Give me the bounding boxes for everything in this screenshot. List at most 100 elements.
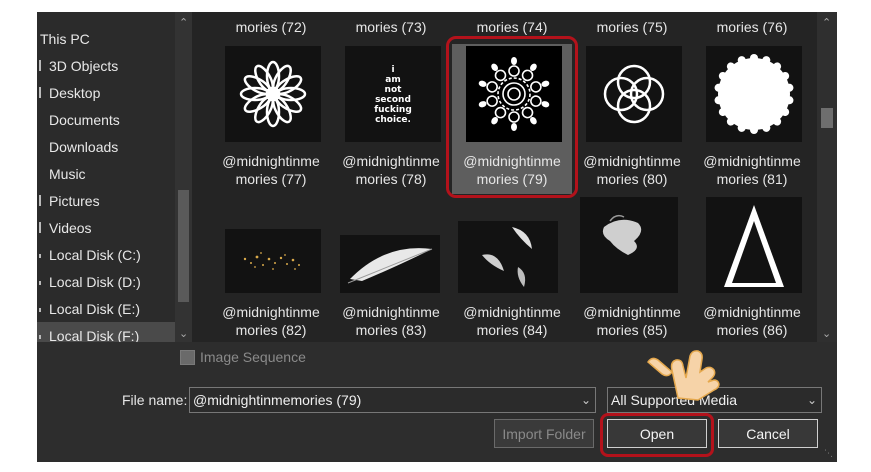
file-item-selected[interactable]: @midnightinme mories (79)	[452, 44, 572, 194]
sidebar-item-label: Local Disk (D:)	[49, 273, 141, 290]
image-sequence-checkbox[interactable]	[180, 349, 195, 365]
mandala-lace-icon	[466, 46, 562, 142]
resize-grip-icon[interactable]: ⋱	[824, 448, 833, 459]
file-item[interactable]: @midnightinme mories (84)	[452, 195, 572, 342]
file-name-line: @midnightinme	[703, 153, 801, 169]
drive-icon	[39, 335, 41, 339]
sidebar-item-this-pc[interactable]: This PC	[37, 25, 175, 52]
typography-text-icon: i am not second fucking choice.	[345, 46, 441, 142]
folder-icon	[39, 222, 41, 233]
file-name-line: mories (84)	[476, 322, 548, 338]
folder-icon	[39, 195, 41, 206]
sidebar-item-label: Music	[49, 165, 86, 182]
sidebar-item-pictures[interactable]: Pictures	[37, 187, 175, 214]
thumb-text: second	[375, 95, 411, 105]
thumb-text: fucking	[374, 105, 412, 115]
sidebar-scroll-thumb[interactable]	[178, 190, 189, 302]
file-name-line: mories (82)	[235, 322, 307, 338]
thumb-text: am	[385, 75, 400, 85]
sidebar-item-label: Documents	[49, 111, 120, 128]
file-name-line: mories (80)	[596, 171, 668, 187]
drive-icon	[39, 254, 41, 258]
file-name-line: @midnightinme	[342, 153, 440, 169]
file-caption[interactable]: mories (75)	[572, 18, 692, 36]
folder-icon	[39, 60, 41, 71]
file-name-value: @midnightinmemories (79)	[193, 392, 362, 408]
sidebar-item-downloads[interactable]: Downloads	[37, 133, 175, 160]
sidebar-item-label: Pictures	[49, 192, 100, 209]
falling-feathers-icon	[458, 221, 558, 293]
file-item[interactable]: i am not second fucking choice. @midnigh…	[331, 44, 451, 194]
file-item[interactable]: @midnightinme mories (81)	[692, 44, 812, 194]
file-name-line: @midnightinme	[222, 304, 320, 320]
feather-icon	[340, 235, 440, 293]
drive-icon	[39, 281, 41, 285]
chevron-down-icon[interactable]: ⌄	[807, 388, 817, 412]
sidebar-item-local-disk-c[interactable]: Local Disk (C:)	[37, 241, 175, 268]
file-name-input[interactable]: @midnightinmemories (79) ⌄	[189, 387, 596, 413]
sidebar-item-local-disk-d[interactable]: Local Disk (D:)	[37, 268, 175, 295]
open-button-highlight-ring	[600, 413, 714, 457]
sidebar-item-local-disk-f[interactable]: Local Disk (F:)	[37, 322, 175, 342]
file-item[interactable]: @midnightinme mories (80)	[572, 44, 692, 194]
import-folder-button[interactable]: Import Folder	[494, 419, 594, 448]
folder-icon	[39, 87, 41, 98]
sidebar-scrollbar[interactable]: ⌃ ⌄	[175, 12, 192, 342]
chevron-up-icon[interactable]: ⌃	[822, 16, 831, 29]
file-name-line: @midnightinme	[583, 153, 681, 169]
sidebar-item-3d-objects[interactable]: 3D Objects	[37, 52, 175, 79]
chevron-down-icon[interactable]: ⌄	[822, 327, 831, 340]
file-item[interactable]: @midnightinme mories (82)	[211, 195, 331, 342]
file-name-line: mories (83)	[355, 322, 427, 338]
file-caption[interactable]: mories (72)	[211, 18, 331, 36]
file-name-line: @midnightinme	[703, 304, 801, 320]
file-item[interactable]: @midnightinme mories (77)	[211, 44, 331, 194]
thumb-text: i	[391, 65, 394, 75]
chevron-down-icon[interactable]: ⌄	[581, 388, 591, 412]
sidebar-item-label: 3D Objects	[49, 57, 119, 74]
triangle-outline-icon	[706, 197, 802, 293]
sidebar-item-music[interactable]: Music	[37, 160, 175, 187]
mandala-flower-icon	[225, 46, 321, 142]
file-item[interactable]: @midnightinme mories (86)	[692, 195, 812, 342]
drive-icon	[39, 308, 41, 312]
sidebar-item-desktop[interactable]: Desktop	[37, 79, 175, 106]
file-name-line: mories (77)	[235, 171, 307, 187]
grid-scrollbar[interactable]: ⌃ ⌄	[817, 12, 837, 342]
file-name-line: @midnightinme	[463, 153, 561, 169]
sidebar-item-label: Local Disk (C:)	[49, 246, 141, 263]
sidebar-item-label: Desktop	[49, 84, 101, 101]
file-name-line: mories (79)	[476, 171, 548, 187]
file-name-line: @midnightinme	[222, 153, 320, 169]
file-name-line: @midnightinme	[583, 304, 681, 320]
file-name-line: @midnightinme	[463, 304, 561, 320]
file-name-line: mories (78)	[355, 171, 427, 187]
sidebar-item-documents[interactable]: Documents	[37, 106, 175, 133]
sidebar-item-local-disk-e[interactable]: Local Disk (E:)	[37, 295, 175, 322]
file-name-line: mories (81)	[716, 171, 788, 187]
sidebar-item-label: Local Disk (F:)	[49, 327, 140, 343]
chevron-up-icon[interactable]: ⌃	[179, 16, 188, 29]
chevron-down-icon[interactable]: ⌄	[179, 327, 188, 340]
file-caption[interactable]: mories (74)	[452, 18, 572, 36]
file-name-line: @midnightinme	[342, 304, 440, 320]
scalloped-circle-icon	[706, 46, 802, 142]
file-item[interactable]: @midnightinme mories (85)	[572, 195, 692, 342]
sparkle-dust-icon	[225, 229, 321, 293]
sidebar-item-label: Downloads	[49, 138, 119, 155]
cancel-button[interactable]: Cancel	[718, 419, 818, 448]
file-item[interactable]: @midnightinme mories (83)	[331, 195, 451, 342]
image-sequence-option[interactable]: Image Sequence	[180, 349, 306, 365]
navigation-pane: This PC 3D Objects Desktop Documents Dow…	[37, 12, 192, 342]
thumb-text: not	[385, 85, 403, 95]
file-caption[interactable]: mories (73)	[331, 18, 451, 36]
sidebar-item-videos[interactable]: Videos	[37, 214, 175, 241]
file-caption[interactable]: mories (76)	[692, 18, 812, 36]
file-grid: mories (72) mories (73) mories (74) mori…	[192, 12, 817, 342]
thumb-text: choice.	[375, 115, 411, 125]
file-name-label: File name:	[122, 392, 188, 408]
sidebar-item-label: This PC	[40, 30, 90, 47]
image-sequence-label: Image Sequence	[200, 349, 306, 365]
pointing-hand-icon	[647, 350, 720, 401]
grid-scroll-thumb[interactable]	[821, 108, 833, 128]
